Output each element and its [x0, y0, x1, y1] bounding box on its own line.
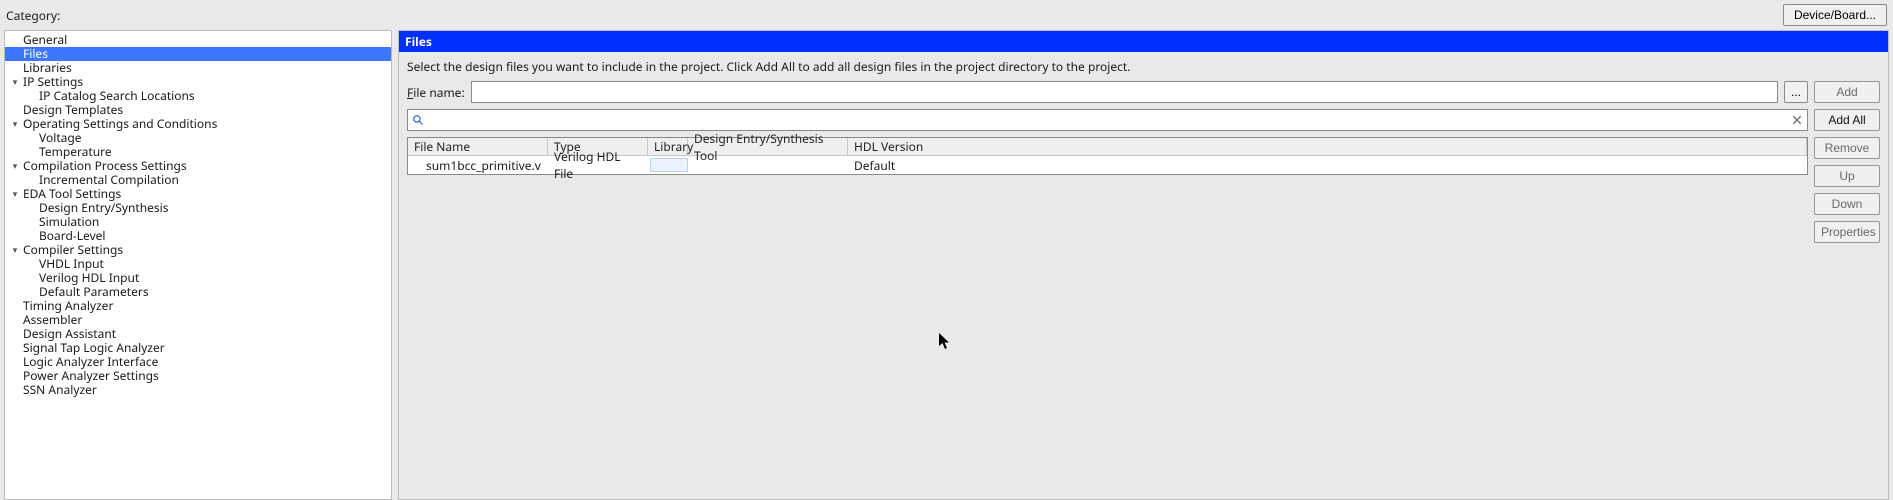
th-library[interactable]: Library — [648, 138, 688, 155]
th-hdl-version[interactable]: HDL Version — [848, 138, 1807, 155]
add-all-button[interactable]: Add All — [1814, 109, 1880, 131]
browse-button[interactable]: ... — [1784, 81, 1808, 103]
top-bar: Category: Device/Board... — [0, 0, 1893, 30]
tree-item-ssn-analyzer[interactable]: SSN Analyzer — [5, 383, 391, 397]
device-board-button[interactable]: Device/Board... — [1783, 4, 1887, 26]
filename-label: File name: — [407, 84, 465, 101]
th-file-name[interactable]: File Name — [408, 138, 548, 155]
filter-input[interactable] — [428, 112, 1787, 128]
expand-icon[interactable]: ▾ — [9, 159, 21, 173]
cell-library[interactable] — [648, 158, 688, 172]
search-icon — [412, 114, 424, 126]
cell-type: Verilog HDL File — [548, 148, 648, 182]
panel-body: Select the design files you want to incl… — [399, 52, 1888, 499]
expand-icon[interactable]: ▾ — [9, 75, 21, 89]
search-row: Add All — [407, 109, 1880, 131]
cell-file-name: sum1bcc_primitive.v — [408, 157, 548, 174]
tree-item-label: SSN Analyzer — [21, 383, 97, 397]
properties-button[interactable]: Properties — [1814, 221, 1880, 243]
mouse-cursor-icon — [938, 332, 952, 350]
clear-icon[interactable] — [1791, 114, 1803, 126]
cell-hdl-version: Default — [848, 157, 1807, 174]
table-row[interactable]: sum1bcc_primitive.vVerilog HDL FileDefau… — [408, 156, 1807, 174]
up-button[interactable]: Up — [1814, 165, 1880, 187]
panel-title: Files — [399, 31, 1888, 52]
main-split: GeneralFilesLibraries▾IP SettingsIP Cata… — [4, 30, 1889, 500]
filename-row: File name: ... Add — [407, 81, 1880, 103]
category-tree[interactable]: GeneralFilesLibraries▾IP SettingsIP Cata… — [4, 30, 392, 500]
filename-input[interactable] — [471, 81, 1778, 103]
table-row-container: File Name Type Library Design Entry/Synt… — [407, 137, 1880, 499]
remove-button[interactable]: Remove — [1814, 137, 1880, 159]
files-table[interactable]: File Name Type Library Design Entry/Synt… — [407, 137, 1808, 175]
expand-icon[interactable]: ▾ — [9, 117, 21, 131]
expand-icon[interactable]: ▾ — [9, 187, 21, 201]
category-label: Category: — [6, 7, 60, 24]
th-tool[interactable]: Design Entry/Synthesis Tool — [688, 138, 848, 155]
side-button-column: Remove Up Down Properties — [1814, 137, 1880, 243]
files-panel: Files Select the design files you want t… — [398, 30, 1889, 500]
table-body: sum1bcc_primitive.vVerilog HDL FileDefau… — [408, 156, 1807, 174]
expand-icon[interactable]: ▾ — [9, 243, 21, 257]
add-button[interactable]: Add — [1814, 81, 1880, 103]
down-button[interactable]: Down — [1814, 193, 1880, 215]
filter-box[interactable] — [407, 109, 1808, 131]
tree-item-general[interactable]: General — [5, 33, 391, 47]
filename-label-rest: ile name: — [413, 84, 464, 101]
panel-description: Select the design files you want to incl… — [407, 58, 1880, 75]
